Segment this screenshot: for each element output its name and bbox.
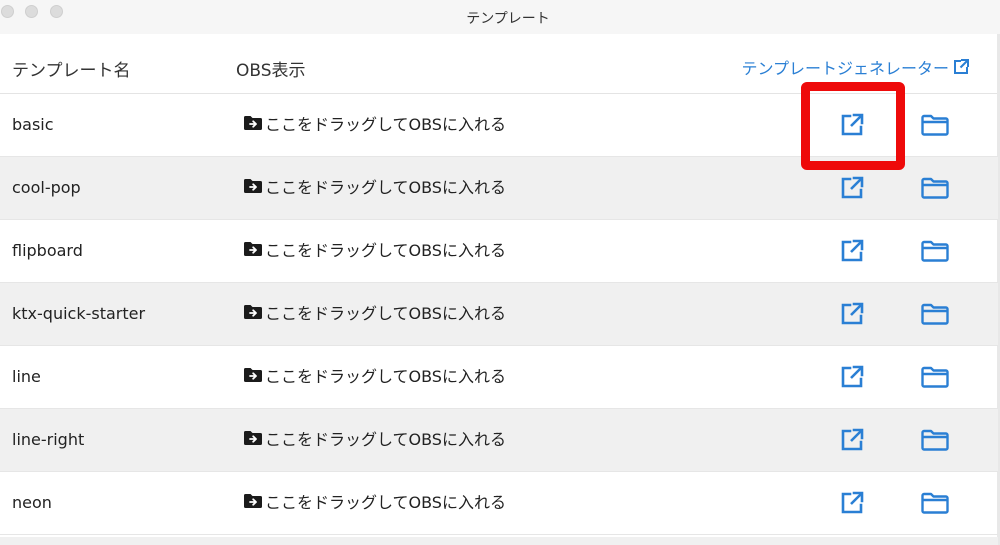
template-name: ktx-quick-starter xyxy=(12,304,146,323)
template-name: flipboard xyxy=(12,241,83,260)
external-link-icon xyxy=(841,176,864,199)
obs-drag-handle[interactable]: ここをドラッグしてOBSに入れる xyxy=(243,301,506,323)
folder-arrow-icon xyxy=(243,177,263,195)
external-link-icon xyxy=(841,302,864,325)
folder-icon xyxy=(921,114,949,136)
drag-label: ここをドラッグしてOBSに入れる xyxy=(265,304,506,323)
template-name: line xyxy=(12,367,41,386)
window-title: テンプレート xyxy=(466,11,550,27)
external-link-icon xyxy=(841,113,864,136)
external-link-icon xyxy=(841,365,864,388)
table-row: line-right ここをドラッグしてOBSに入れる xyxy=(0,409,998,472)
template-name: basic xyxy=(12,115,54,134)
drag-label: ここをドラッグしてOBSに入れる xyxy=(265,241,506,260)
column-header-obs-display: OBS表示 xyxy=(236,61,306,81)
title-bar: テンプレート xyxy=(0,0,1000,34)
obs-drag-handle[interactable]: ここをドラッグしてOBSに入れる xyxy=(243,490,506,512)
template-generator-label: テンプレートジェネレーター xyxy=(741,59,949,78)
folder-icon xyxy=(921,177,949,199)
folder-arrow-icon xyxy=(243,303,263,321)
external-link-icon xyxy=(954,59,969,74)
obs-drag-handle[interactable]: ここをドラッグしてOBSに入れる xyxy=(243,112,506,134)
obs-drag-handle[interactable]: ここをドラッグしてOBSに入れる xyxy=(243,175,506,197)
table-row: line ここをドラッグしてOBSに入れる xyxy=(0,346,998,409)
obs-drag-handle[interactable]: ここをドラッグしてOBSに入れる xyxy=(243,427,506,449)
folder-icon xyxy=(921,429,949,451)
table-row: neon ここをドラッグしてOBSに入れる xyxy=(0,472,998,535)
table-row: basic ここをドラッグしてOBSに入れる xyxy=(0,94,998,157)
obs-drag-handle[interactable]: ここをドラッグしてOBSに入れる xyxy=(243,238,506,260)
template-window: テンプレート テンプレート名 OBS表示 テンプレートジェネレーター basic xyxy=(0,0,1000,545)
folder-arrow-icon xyxy=(243,240,263,258)
open-template-button[interactable] xyxy=(838,426,866,454)
drag-label: ここをドラッグしてOBSに入れる xyxy=(265,430,506,449)
drag-label: ここをドラッグしてOBSに入れる xyxy=(265,367,506,386)
folder-arrow-icon xyxy=(243,366,263,384)
table-header: テンプレート名 OBS表示 テンプレートジェネレーター xyxy=(0,34,1000,94)
folder-icon xyxy=(921,366,949,388)
drag-label: ここをドラッグしてOBSに入れる xyxy=(265,493,506,512)
column-header-template-name: テンプレート名 xyxy=(12,61,131,81)
table-row: flipboard ここをドラッグしてOBSに入れる xyxy=(0,220,998,283)
obs-drag-handle[interactable]: ここをドラッグしてOBSに入れる xyxy=(243,364,506,386)
open-folder-button[interactable] xyxy=(919,174,951,202)
open-folder-button[interactable] xyxy=(919,111,951,139)
open-template-button[interactable] xyxy=(838,363,866,391)
drag-label: ここをドラッグしてOBSに入れる xyxy=(265,178,506,197)
template-name: line-right xyxy=(12,430,85,449)
drag-label: ここをドラッグしてOBSに入れる xyxy=(265,115,506,134)
open-template-button[interactable] xyxy=(838,489,866,517)
table-row-partial xyxy=(0,537,998,545)
external-link-icon xyxy=(841,239,864,262)
open-template-button[interactable] xyxy=(838,174,866,202)
table-row: cool-pop ここをドラッグしてOBSに入れる xyxy=(0,157,998,220)
folder-arrow-icon xyxy=(243,492,263,510)
folder-icon xyxy=(921,303,949,325)
open-template-button[interactable] xyxy=(838,300,866,328)
table-row: ktx-quick-starter ここをドラッグしてOBSに入れる xyxy=(0,283,998,346)
open-folder-button[interactable] xyxy=(919,426,951,454)
folder-icon xyxy=(921,492,949,514)
open-folder-button[interactable] xyxy=(919,237,951,265)
open-folder-button[interactable] xyxy=(919,489,951,517)
folder-icon xyxy=(921,240,949,262)
template-name: cool-pop xyxy=(12,178,81,197)
open-template-button[interactable] xyxy=(838,111,866,139)
open-folder-button[interactable] xyxy=(919,300,951,328)
open-template-button[interactable] xyxy=(838,237,866,265)
open-folder-button[interactable] xyxy=(919,363,951,391)
template-name: neon xyxy=(12,493,52,512)
folder-arrow-icon xyxy=(243,114,263,132)
external-link-icon xyxy=(841,428,864,451)
external-link-icon xyxy=(841,491,864,514)
folder-arrow-icon xyxy=(243,429,263,447)
template-generator-link[interactable]: テンプレートジェネレーター xyxy=(741,55,970,79)
